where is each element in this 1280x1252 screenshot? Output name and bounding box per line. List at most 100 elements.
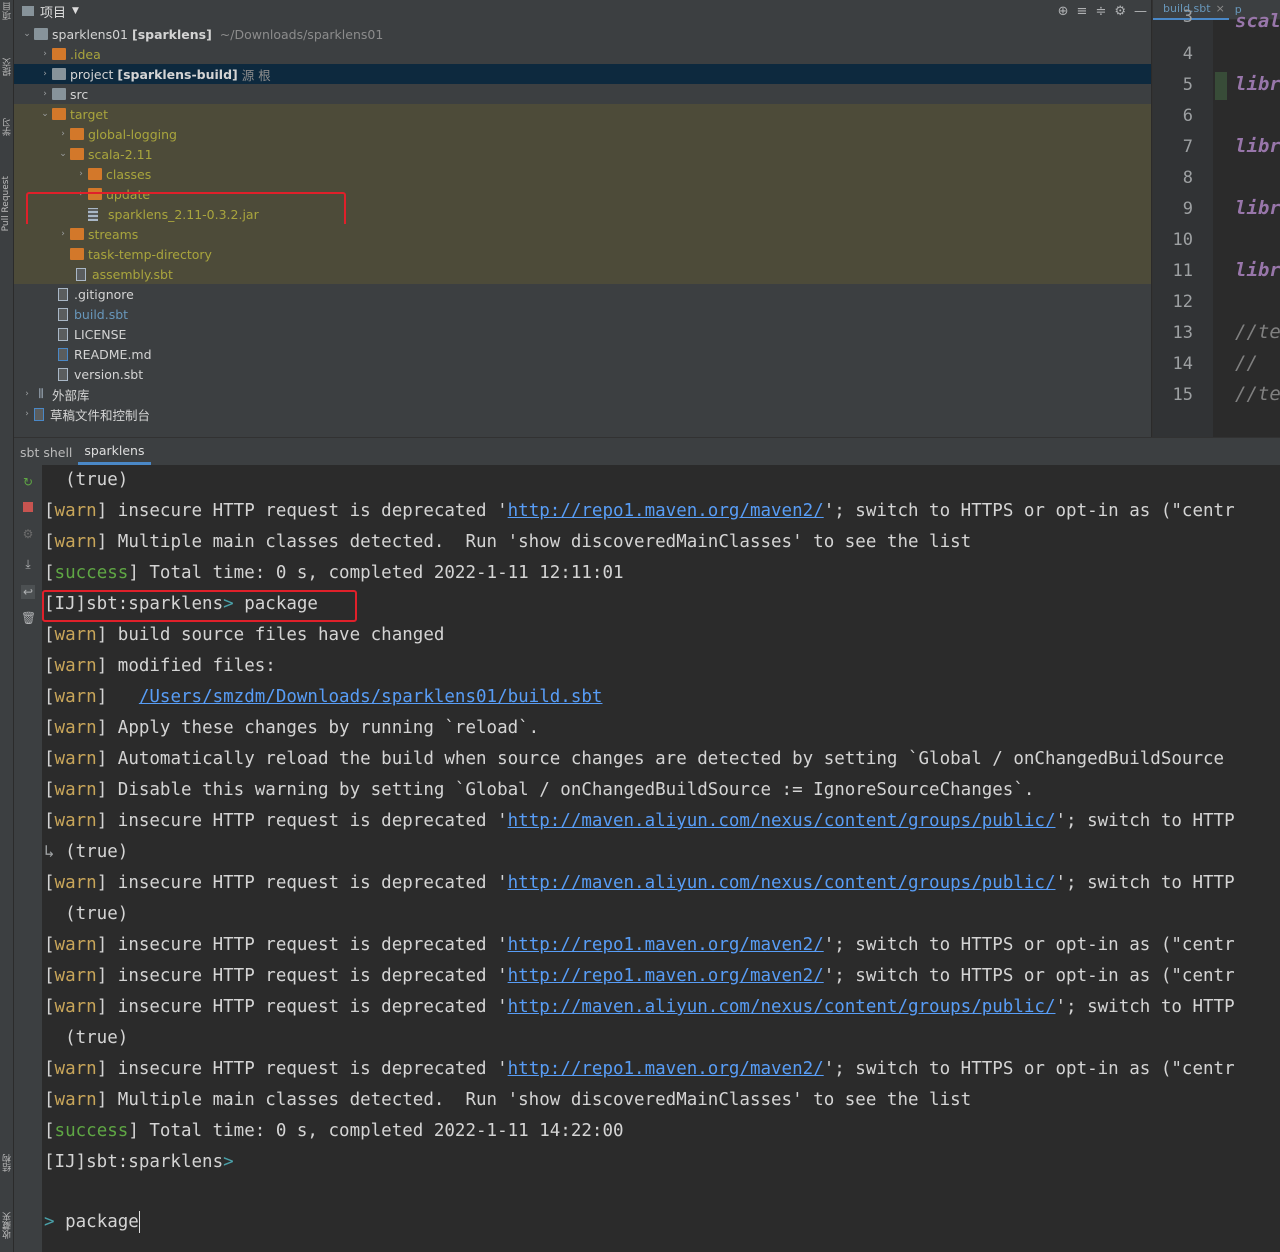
tree-item-target[interactable]: ⌄ target: [14, 104, 1151, 124]
console-link[interactable]: /Users/smzdm/Downloads/sparklens01/build…: [139, 687, 603, 707]
scroll-to-end-icon[interactable]: ⤓: [21, 557, 35, 571]
settings-icon[interactable]: ⚙: [21, 527, 35, 541]
tree-item-project[interactable]: › project [sparklens-build] 源 根: [14, 64, 1151, 84]
line-number: 14: [1172, 354, 1193, 374]
tree-item-classes[interactable]: › classes: [14, 164, 1151, 184]
tree-item-gitignore[interactable]: .gitignore: [14, 284, 1151, 304]
warn-tag: warn: [54, 780, 97, 800]
markdown-file-icon: [58, 347, 68, 361]
console-line: [warn] insecure HTTP request is deprecat…: [44, 501, 1235, 521]
chevron-down-icon[interactable]: ⌄: [38, 109, 52, 119]
code-line[interactable]: libr: [1235, 135, 1280, 157]
code-line[interactable]: scal: [1235, 10, 1280, 32]
stop-icon[interactable]: [21, 501, 35, 515]
input-prompt-arrow: >: [44, 1212, 55, 1232]
chevron-right-icon[interactable]: ›: [56, 129, 70, 139]
vtab-structure[interactable]: 结构: [1, 1154, 14, 1172]
chevron-right-icon[interactable]: ›: [20, 409, 34, 419]
tree-item-label: 外部库: [52, 387, 90, 403]
code-line[interactable]: //: [1235, 352, 1258, 374]
console-text: Multiple main classes detected. Run 'sho…: [107, 532, 972, 552]
chevron-right-icon[interactable]: ›: [38, 69, 52, 79]
close-icon[interactable]: ×: [1216, 2, 1225, 15]
console-line: [warn] insecure HTTP request is deprecat…: [44, 935, 1235, 955]
vtab-learn[interactable]: 学习: [1, 118, 14, 136]
tree-item-build-sbt[interactable]: build.sbt: [14, 304, 1151, 324]
code-line[interactable]: libr: [1235, 73, 1280, 95]
console-link[interactable]: http://repo1.maven.org/maven2/: [508, 966, 824, 986]
console-link[interactable]: http://maven.aliyun.com/nexus/content/gr…: [508, 873, 1056, 893]
collapse-all-icon[interactable]: ≑: [1095, 4, 1106, 19]
console-line: [warn] insecure HTTP request is deprecat…: [44, 811, 1235, 831]
soft-wrap-icon[interactable]: ↩: [21, 585, 35, 599]
tree-item-assembly-sbt[interactable]: assembly.sbt: [14, 264, 1151, 284]
gear-icon[interactable]: ⚙: [1114, 4, 1126, 19]
root-module: [sparklens]: [131, 26, 212, 42]
tree-item-src[interactable]: › src: [14, 84, 1151, 104]
console-text: insecure HTTP request is deprecated ': [107, 811, 508, 831]
console-output[interactable]: (true) [warn] insecure HTTP request is d…: [42, 465, 1280, 1252]
console-link[interactable]: http://repo1.maven.org/maven2/: [508, 935, 824, 955]
vtab-commit[interactable]: 提交: [1, 58, 14, 76]
console-link[interactable]: http://maven.aliyun.com/nexus/content/gr…: [508, 997, 1056, 1017]
folder-icon: [52, 108, 66, 120]
project-title[interactable]: 项目: [40, 2, 66, 21]
chevron-right-icon[interactable]: ›: [20, 389, 34, 399]
warn-tag: warn: [54, 718, 97, 738]
tree-item-version-sbt[interactable]: version.sbt: [14, 364, 1151, 384]
console-text: '; switch to HTTPS or opt-in as ("centr: [823, 966, 1235, 986]
vtab-project[interactable]: 项目: [1, 2, 14, 20]
tab-sparklens[interactable]: sparklens: [78, 439, 151, 465]
console-text: '; switch to HTTP: [1055, 997, 1235, 1017]
tree-item-license[interactable]: LICENSE: [14, 324, 1151, 344]
console-text: insecure HTTP request is deprecated ': [107, 935, 508, 955]
chevron-right-icon[interactable]: ›: [74, 169, 88, 179]
console-line: [warn] Multiple main classes detected. R…: [44, 532, 972, 552]
rerun-icon[interactable]: ↻: [21, 475, 35, 489]
tree-item-label: README.md: [74, 346, 152, 362]
chevron-down-icon[interactable]: ▼: [72, 6, 79, 16]
code-line[interactable]: //te: [1235, 321, 1280, 343]
command-input[interactable]: > package: [42, 1205, 1280, 1245]
input-value[interactable]: package: [65, 1212, 139, 1232]
tree-item-external-libs[interactable]: › ⫼ 外部库: [14, 384, 1151, 404]
expand-all-icon[interactable]: ≡: [1077, 4, 1088, 19]
trash-icon[interactable]: 🗑: [21, 611, 36, 625]
code-line[interactable]: libr: [1235, 197, 1280, 219]
root-name: sparklens01: [52, 26, 128, 42]
left-tool-strip: 项目 提交 学习 Pull Request 结构 收藏夹: [0, 0, 14, 1252]
chevron-right-icon[interactable]: ›: [38, 89, 52, 99]
chevron-down-icon[interactable]: ⌄: [56, 149, 70, 159]
tree-item-label: LICENSE: [74, 326, 127, 342]
code-line[interactable]: //te: [1235, 383, 1280, 405]
console-link[interactable]: http://repo1.maven.org/maven2/: [508, 501, 824, 521]
console-link[interactable]: http://repo1.maven.org/maven2/: [508, 1059, 824, 1079]
tree-item-global-logging[interactable]: › global-logging: [14, 124, 1151, 144]
console-text: Multiple main classes detected. Run 'sho…: [107, 1090, 972, 1110]
tree-item-idea[interactable]: › .idea: [14, 44, 1151, 64]
console-link[interactable]: http://maven.aliyun.com/nexus/content/gr…: [508, 811, 1056, 831]
chevron-right-icon[interactable]: ›: [38, 49, 52, 59]
tab-sbt-shell[interactable]: sbt shell: [14, 439, 78, 465]
tree-item-task-temp[interactable]: task-temp-directory: [14, 244, 1151, 264]
console-text: insecure HTTP request is deprecated ': [107, 501, 508, 521]
tree-item-streams[interactable]: › streams: [14, 224, 1151, 244]
chevron-right-icon[interactable]: ›: [56, 229, 70, 239]
tree-item-readme[interactable]: README.md: [14, 344, 1151, 364]
source-folder-icon: [52, 68, 66, 80]
tree-item-scala[interactable]: ⌄ scala-2.11: [14, 144, 1151, 164]
console-line: [warn] Multiple main classes detected. R…: [44, 1090, 972, 1110]
text-file-icon: [58, 327, 68, 341]
chevron-down-icon[interactable]: ⌄: [20, 29, 34, 39]
line-number: 6: [1182, 106, 1193, 126]
console-text: Automatically reload the build when sour…: [107, 749, 1225, 769]
vtab-favorites[interactable]: 收藏夹: [1, 1212, 14, 1239]
tree-item-label: version.sbt: [74, 366, 144, 382]
tree-root[interactable]: ⌄ sparklens01 [sparklens] ~/Downloads/sp…: [14, 24, 1151, 44]
minimize-icon[interactable]: —: [1134, 4, 1147, 19]
tree-item-scratches[interactable]: › 草稿文件和控制台: [14, 404, 1151, 424]
vtab-pull-request[interactable]: Pull Request: [1, 176, 11, 231]
line-number: 13: [1172, 323, 1193, 343]
locate-icon[interactable]: ⊕: [1058, 4, 1069, 19]
code-line[interactable]: libr: [1235, 259, 1280, 281]
